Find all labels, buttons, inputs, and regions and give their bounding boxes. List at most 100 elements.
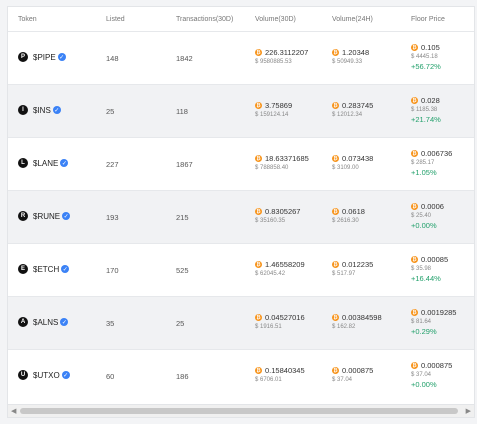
horizontal-scrollbar[interactable]: ◀ ▶ bbox=[8, 404, 474, 417]
floor-price-change: +0.29% bbox=[411, 327, 437, 336]
floor-price-change: +16.44% bbox=[411, 274, 441, 283]
volume-30d-btc: 0.8305267 bbox=[265, 207, 301, 216]
table-row[interactable]: I $INS ✓ 25 118 ₿ 3.75869 $ 159124.14 ₿ 0.283745 $… bbox=[8, 84, 474, 137]
table-row[interactable]: A $ALNS ✓ 35 25 ₿ 0.04527016 $ 1916.51 ₿ 0.003845… bbox=[8, 296, 474, 349]
token-cell[interactable]: P $PIPE ✓ bbox=[18, 52, 66, 62]
floor-price-cell: ₿ 0.028 $ 1185.38 +21.74% bbox=[411, 96, 441, 124]
listed-count: 227 bbox=[106, 160, 119, 169]
token-cell[interactable]: L $LANE ✓ bbox=[18, 158, 69, 168]
token-name[interactable]: $RUNE bbox=[33, 212, 60, 221]
volume-30d-btc: 3.75869 bbox=[265, 101, 293, 110]
floor-price-cell: ₿ 0.105 $ 4445.18 +56.72% bbox=[411, 43, 441, 71]
floor-price-btc: 0.000875 bbox=[421, 361, 453, 370]
listed-count: 148 bbox=[106, 54, 119, 63]
volume-24h-usd: $ 37.04 bbox=[332, 377, 353, 383]
token-name[interactable]: $INS bbox=[33, 106, 51, 115]
volume-24h-btc: 0.00384598 bbox=[342, 313, 382, 322]
floor-price-btc: 0.00085 bbox=[421, 255, 449, 264]
listed-count: 60 bbox=[106, 372, 115, 381]
token-logo-icon: E bbox=[18, 264, 28, 274]
verified-check-icon: ✓ bbox=[61, 265, 70, 273]
transactions-count: 1842 bbox=[176, 54, 193, 63]
token-table: Token Listed Transactions(30D) Volume(30… bbox=[7, 6, 475, 418]
floor-price-btc: 0.028 bbox=[421, 96, 440, 105]
listed-count: 25 bbox=[106, 107, 115, 116]
table-row[interactable]: E $ETCH ✓ 170 525 ₿ 1.46558209 $ 62045.42 ₿ 0.012… bbox=[8, 243, 474, 296]
bitcoin-icon: ₿ bbox=[255, 314, 262, 321]
token-name[interactable]: $UTXO bbox=[33, 371, 60, 380]
token-name[interactable]: $ETCH bbox=[33, 265, 59, 274]
bitcoin-icon: ₿ bbox=[411, 256, 418, 263]
floor-price-change: +21.74% bbox=[411, 115, 441, 124]
bitcoin-icon: ₿ bbox=[255, 49, 262, 56]
bitcoin-icon: ₿ bbox=[332, 314, 339, 321]
bitcoin-icon: ₿ bbox=[411, 362, 418, 369]
floor-price-btc: 0.105 bbox=[421, 43, 440, 52]
bitcoin-icon: ₿ bbox=[411, 203, 418, 210]
floor-price-btc: 0.0006 bbox=[421, 202, 444, 211]
table-row[interactable]: U $UTXO ✓ 60 186 ₿ 0.15840345 $ 6706.01 ₿ 0.00087… bbox=[8, 349, 474, 402]
token-name[interactable]: $LANE bbox=[33, 159, 58, 168]
scroll-right-icon[interactable]: ▶ bbox=[466, 407, 471, 415]
token-cell[interactable]: E $ETCH ✓ bbox=[18, 264, 70, 274]
listed-count: 193 bbox=[106, 213, 119, 222]
bitcoin-icon: ₿ bbox=[332, 102, 339, 109]
bitcoin-icon: ₿ bbox=[411, 97, 418, 104]
token-logo-icon: L bbox=[18, 158, 28, 168]
column-header-volume-30d[interactable]: Volume(30D) bbox=[255, 16, 296, 23]
volume-30d-usd: $ 159124.14 bbox=[255, 112, 289, 118]
table-row[interactable]: L $LANE ✓ 227 1867 ₿ 18.63371685 $ 788858.40 ₿ 0.… bbox=[8, 137, 474, 190]
token-cell[interactable]: U $UTXO ✓ bbox=[18, 370, 70, 380]
bitcoin-icon: ₿ bbox=[255, 155, 262, 162]
floor-price-usd: $ 4445.18 bbox=[411, 54, 438, 60]
token-cell[interactable]: A $ALNS ✓ bbox=[18, 317, 69, 327]
volume-24h-usd: $ 3109.00 bbox=[332, 165, 359, 171]
token-name[interactable]: $ALNS bbox=[33, 318, 58, 327]
volume-24h-btc: 0.283745 bbox=[342, 101, 374, 110]
volume-24h-usd: $ 50949.33 bbox=[332, 59, 363, 65]
verified-check-icon: ✓ bbox=[60, 159, 69, 167]
bitcoin-icon: ₿ bbox=[332, 155, 339, 162]
verified-check-icon: ✓ bbox=[52, 106, 61, 114]
token-logo-icon: R bbox=[18, 211, 28, 221]
volume-30d-usd: $ 1916.51 bbox=[255, 324, 282, 330]
volume-24h-btc: 1.20348 bbox=[342, 48, 370, 57]
floor-price-btc: 0.0019285 bbox=[421, 308, 457, 317]
volume-24h-usd: $ 517.97 bbox=[332, 271, 356, 277]
token-name[interactable]: $PIPE bbox=[33, 53, 56, 62]
table-row[interactable]: P $PIPE ✓ 148 1842 ₿ 226.3112207 $ 9580885.53 ₿ 1… bbox=[8, 31, 474, 84]
floor-price-btc: 0.006736 bbox=[421, 149, 453, 158]
token-cell[interactable]: R $RUNE ✓ bbox=[18, 211, 71, 221]
volume-30d-usd: $ 62045.42 bbox=[255, 271, 286, 277]
bitcoin-icon: ₿ bbox=[255, 102, 262, 109]
floor-price-change: +0.00% bbox=[411, 221, 437, 230]
token-logo-icon: U bbox=[18, 370, 28, 380]
table-row[interactable]: R $RUNE ✓ 193 215 ₿ 0.8305267 $ 35160.35 ₿ 0.0618… bbox=[8, 190, 474, 243]
token-cell[interactable]: I $INS ✓ bbox=[18, 105, 61, 115]
volume-30d-btc: 0.04527016 bbox=[265, 313, 305, 322]
volume-24h-cell: ₿ 0.000875 $ 37.04 bbox=[332, 366, 373, 383]
column-header-floor-price[interactable]: Floor Price bbox=[411, 16, 445, 23]
volume-24h-cell: ₿ 0.073438 $ 3109.00 bbox=[332, 154, 373, 171]
scroll-left-icon[interactable]: ◀ bbox=[11, 407, 16, 415]
volume-30d-cell: ₿ 0.15840345 $ 6706.01 bbox=[255, 366, 305, 383]
column-header-listed[interactable]: Listed bbox=[106, 16, 125, 23]
token-logo-icon: I bbox=[18, 105, 28, 115]
floor-price-cell: ₿ 0.000875 $ 37.04 +0.00% bbox=[411, 361, 452, 389]
volume-30d-cell: ₿ 1.46558209 $ 62045.42 bbox=[255, 260, 305, 277]
volume-24h-usd: $ 2616.30 bbox=[332, 218, 359, 224]
volume-30d-usd: $ 6706.01 bbox=[255, 377, 282, 383]
volume-30d-cell: ₿ 3.75869 $ 159124.14 bbox=[255, 101, 292, 118]
column-header-transactions[interactable]: Transactions(30D) bbox=[176, 16, 233, 23]
column-header-volume-24h[interactable]: Volume(24H) bbox=[332, 16, 373, 23]
floor-price-cell: ₿ 0.0006 $ 25.40 +0.00% bbox=[411, 202, 444, 230]
volume-30d-cell: ₿ 226.3112207 $ 9580885.53 bbox=[255, 48, 308, 65]
volume-30d-btc: 1.46558209 bbox=[265, 260, 305, 269]
listed-count: 35 bbox=[106, 319, 115, 328]
verified-check-icon: ✓ bbox=[57, 53, 66, 61]
column-header-token[interactable]: Token bbox=[18, 16, 37, 23]
floor-price-change: +1.05% bbox=[411, 168, 437, 177]
bitcoin-icon: ₿ bbox=[332, 49, 339, 56]
scroll-thumb[interactable] bbox=[20, 408, 458, 414]
volume-24h-usd: $ 162.82 bbox=[332, 324, 356, 330]
